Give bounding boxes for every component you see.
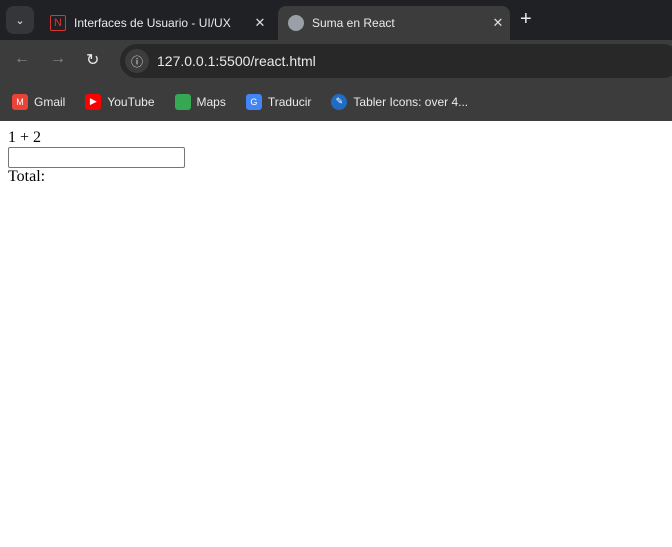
bookmark-gmail[interactable]: M Gmail	[12, 93, 66, 110]
tab-interfaces[interactable]: N Interfaces de Usuario - UI/UX ✕	[40, 6, 272, 40]
tab-title: Suma en React	[312, 16, 395, 30]
bookmark-youtube[interactable]: ▶ YouTube	[85, 93, 155, 110]
bookmark-tabler[interactable]: ✎ Tabler Icons: over 4...	[331, 93, 469, 110]
page-content: 1 + 2 Total:	[0, 121, 672, 194]
close-icon[interactable]: ✕	[248, 15, 272, 31]
expression-text: 1 + 2	[8, 129, 42, 146]
new-tab-button[interactable]: +	[520, 8, 532, 31]
bookmark-maps[interactable]: Maps	[174, 93, 226, 110]
tab-search-button[interactable]: ⌄	[6, 6, 34, 34]
youtube-icon: ▶	[85, 93, 102, 110]
bookmarks-bar: M Gmail ▶ YouTube Maps G Traducir ✎ Tabler I…	[0, 82, 672, 121]
url-text[interactable]: 127.0.0.1:5500/react.html	[157, 53, 316, 69]
answer-input[interactable]	[8, 147, 185, 168]
globe-icon	[288, 15, 304, 31]
translate-icon: G	[245, 93, 262, 110]
tabler-icon: ✎	[331, 93, 348, 110]
tab-bar: ⌄ N Interfaces de Usuario - UI/UX ✕ Suma…	[0, 0, 672, 40]
total-label: Total:	[8, 168, 46, 185]
back-icon[interactable]: ←	[14, 50, 30, 68]
bookmark-traducir[interactable]: G Traducir	[245, 93, 312, 110]
bookmark-label: Tabler Icons: over 4...	[353, 94, 469, 109]
bookmark-label: Maps	[196, 94, 226, 109]
bookmark-label: Traducir	[267, 94, 312, 109]
notion-icon: N	[50, 15, 66, 31]
gmail-icon: M	[12, 93, 28, 110]
close-icon[interactable]: ✕	[486, 15, 510, 31]
address-bar[interactable]: ⓘ 127.0.0.1:5500/react.html	[120, 44, 672, 78]
tab-title: Interfaces de Usuario - UI/UX	[74, 16, 231, 30]
reload-icon[interactable]: ↻	[86, 50, 99, 70]
tab-suma[interactable]: Suma en React ✕	[278, 6, 510, 40]
maps-icon	[174, 93, 191, 110]
forward-icon[interactable]: →	[50, 50, 66, 68]
bookmark-label: Gmail	[34, 94, 66, 109]
toolbar: ← → ↻ ⓘ 127.0.0.1:5500/react.html	[0, 40, 672, 82]
info-icon[interactable]: ⓘ	[125, 49, 149, 73]
bookmark-label: YouTube	[107, 94, 155, 109]
